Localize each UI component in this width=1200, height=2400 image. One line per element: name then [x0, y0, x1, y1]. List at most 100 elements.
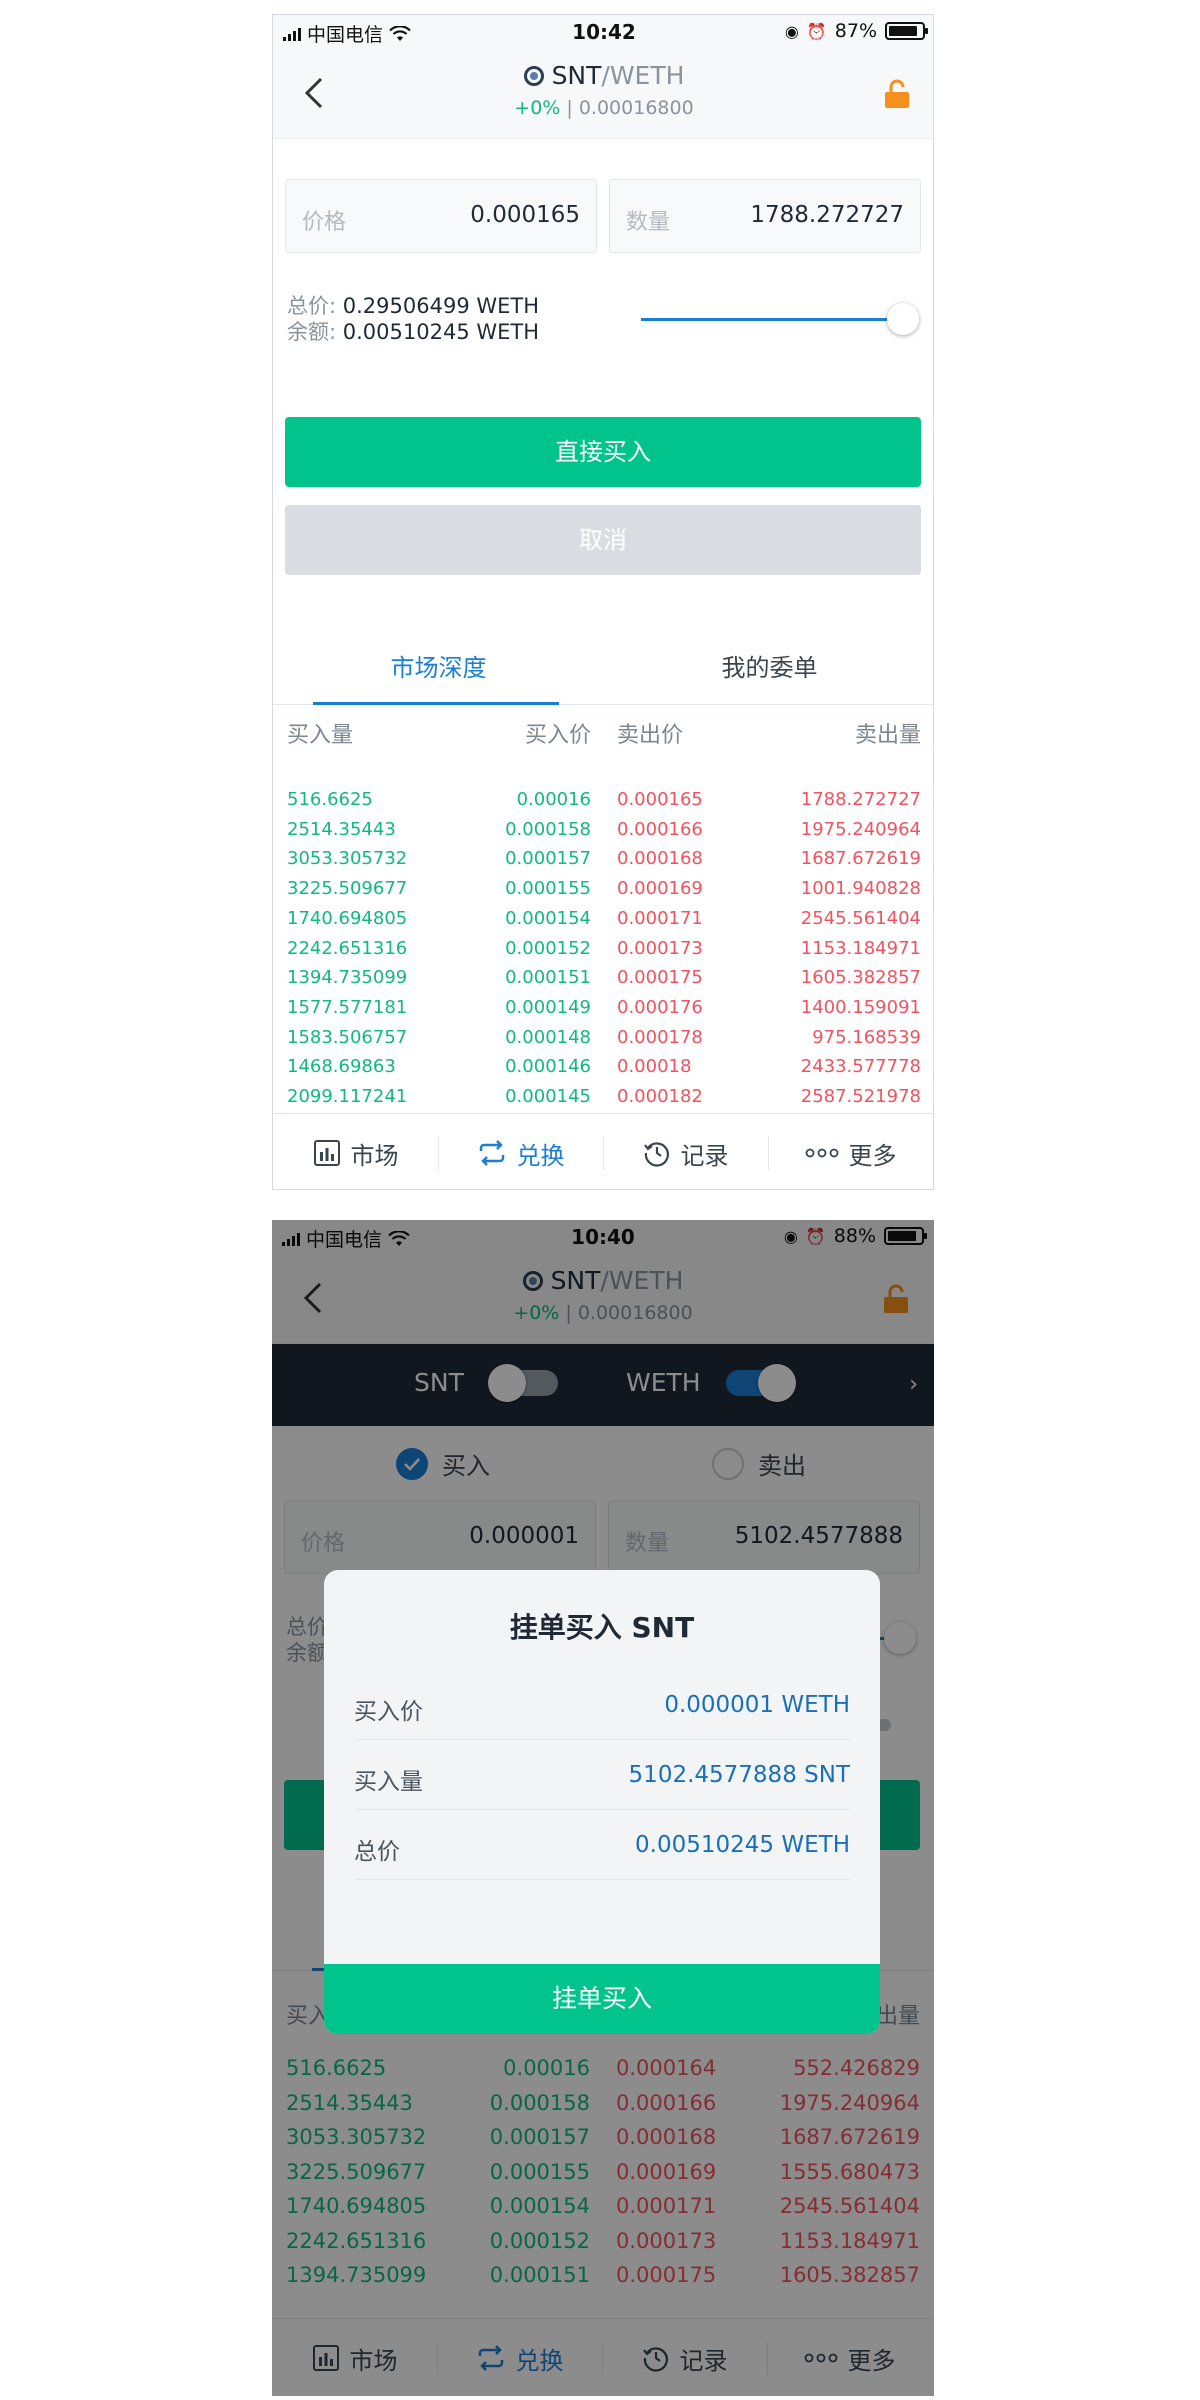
nav-bar: SNT/WETH +0% | 0.00016800 [273, 49, 933, 139]
sell-price: 0.000169 [617, 878, 703, 900]
sell-qty: 1001.940828 [800, 878, 921, 900]
tab-records-label: 记录 [680, 1141, 729, 1170]
buy-now-button[interactable]: 直接买入 [285, 417, 921, 487]
buy-qty: 1583.506757 [287, 1026, 408, 1048]
confirm-order-dialog: 挂单买入 SNT 买入价 0.000001 WETH 买入量 5102.4577… [324, 1570, 880, 2034]
tab-exchange-label: 兑换 [516, 1141, 565, 1170]
sell-price: 0.000176 [617, 996, 703, 1018]
separator: | [560, 97, 579, 119]
sell-qty: 1153.184971 [800, 937, 921, 959]
total-label: 总价: [287, 294, 337, 318]
buy-qty: 2099.117241 [287, 1086, 408, 1107]
buy-price: 0.00016 [516, 789, 591, 810]
battery-icon [885, 22, 928, 40]
sell-qty: 1687.672619 [800, 848, 921, 870]
buy-qty: 1394.735099 [287, 967, 408, 989]
price-field[interactable]: 价格 0.000165 [285, 179, 597, 253]
header-buy-price: 买入价 [524, 723, 591, 748]
sell-qty: 2587.521978 [800, 1086, 921, 1107]
tab-market[interactable]: 市场 [273, 1114, 438, 1189]
sell-qty: 1975.240964 [800, 818, 921, 840]
sell-qty: 1400.159091 [800, 996, 921, 1018]
sell-qty: 2433.577778 [800, 1056, 921, 1078]
sell-price: 0.000166 [617, 818, 703, 840]
dialog-row-price: 买入价 0.000001 WETH [354, 1670, 850, 1740]
tab-my-orders[interactable]: 我的委单 [604, 631, 933, 705]
screen-trade: 中国电信 10:42 ◉ ⏰ 87% SNT/WETH +0% | 0.0001… [272, 14, 934, 1190]
price-placeholder: 价格 [302, 210, 347, 235]
buy-qty: 2514.35443 [287, 818, 396, 840]
sell-price: 0.000182 [617, 1086, 703, 1107]
quantity-placeholder: 数量 [626, 210, 671, 235]
buy-price: 0.000149 [505, 996, 591, 1018]
dialog-total-label: 总价 [354, 1839, 400, 1865]
alarm-icon: ⏰ [806, 21, 827, 41]
buy-price: 0.000154 [505, 907, 591, 929]
buy-qty: 3225.509677 [287, 878, 408, 900]
pair-title: SNT/WETH [273, 61, 933, 90]
tab-exchange[interactable]: 兑换 [438, 1114, 603, 1189]
sell-price: 0.00018 [617, 1056, 692, 1078]
place-limit-buy-button[interactable]: 挂单买入 [324, 1964, 880, 2034]
price-value: 0.000165 [470, 202, 580, 228]
sell-qty: 1788.272727 [800, 789, 921, 810]
dialog-quantity-value: 5102.4577888 SNT [628, 1762, 850, 1788]
tab-more-label: 更多 [848, 1141, 897, 1170]
header-sell-price: 卖出价 [617, 723, 684, 748]
price-change: +0% [514, 97, 561, 119]
exchange-icon [479, 1140, 504, 1166]
screen-limit-order: 中国电信 10:40 ◉ ⏰ 88% SNT/WETH +0% | 0.0001… [272, 1220, 934, 2396]
dialog-row-quantity: 买入量 5102.4577888 SNT [354, 1740, 850, 1810]
amount-slider-track[interactable] [641, 318, 903, 321]
pair-base: SNT [551, 61, 602, 90]
buy-price: 0.000151 [505, 967, 591, 989]
tab-more[interactable]: 更多 [768, 1114, 933, 1189]
cancel-button[interactable]: 取消 [285, 505, 921, 575]
history-icon [643, 1142, 669, 1167]
buy-qty: 1740.694805 [287, 907, 408, 929]
status-bar: 中国电信 10:42 ◉ ⏰ 87% [273, 15, 933, 49]
buy-price: 0.000155 [505, 878, 591, 900]
header-buy-qty: 买入量 [287, 723, 354, 748]
buy-price: 0.000145 [505, 1086, 591, 1107]
dialog-price-label: 买入价 [354, 1699, 423, 1725]
buy-price: 0.000157 [505, 848, 591, 870]
sell-price: 0.000175 [617, 967, 703, 989]
rotation-lock-icon: ◉ [784, 21, 799, 41]
balance-value: 0.00510245 WETH [342, 320, 540, 344]
last-price: 0.00016800 [578, 97, 694, 119]
tab-market-label: 市场 [350, 1141, 399, 1170]
dialog-total-value: 0.00510245 WETH [635, 1832, 850, 1858]
totals-block: 总价: 0.29506499 WETH 余额: 0.00510245 WETH [287, 293, 539, 345]
more-icon [805, 1148, 838, 1158]
buy-qty: 1577.577181 [287, 996, 408, 1018]
tab-market-depth[interactable]: 市场深度 [273, 631, 604, 705]
tab-records[interactable]: 记录 [603, 1114, 768, 1189]
dialog-quantity-label: 买入量 [354, 1769, 423, 1795]
orderbook-tabs: 市场深度 我的委单 [273, 631, 933, 705]
balance-label: 余额: [287, 320, 337, 344]
header-sell-qty: 卖出量 [854, 723, 921, 748]
sell-qty: 2545.561404 [800, 907, 921, 929]
sell-qty: 1605.382857 [800, 967, 921, 989]
sell-price: 0.000171 [617, 907, 703, 929]
unlock-icon[interactable] [883, 79, 911, 109]
quantity-field[interactable]: 数量 1788.272727 [609, 179, 921, 253]
dialog-row-total: 总价 0.00510245 WETH [354, 1810, 850, 1880]
buy-qty: 1468.69863 [287, 1056, 396, 1078]
buy-price: 0.000146 [505, 1056, 591, 1078]
sell-qty: 975.168539 [812, 1026, 921, 1048]
amount-slider-knob[interactable] [887, 303, 919, 335]
pair-subtitle: +0% | 0.00016800 [273, 97, 933, 119]
buy-qty: 516.6625 [287, 789, 373, 810]
buy-qty: 2242.651316 [287, 937, 408, 959]
battery-percent: 87% [834, 20, 877, 42]
sell-price: 0.000173 [617, 937, 703, 959]
pair-quote: /WETH [601, 61, 685, 90]
dialog-price-value: 0.000001 WETH [664, 1692, 850, 1718]
dialog-title: 挂单买入 SNT [509, 1611, 695, 1644]
quantity-value: 1788.272727 [750, 202, 904, 228]
total-value: 0.29506499 WETH [342, 294, 540, 318]
buy-price: 0.000152 [505, 937, 591, 959]
snt-coin-icon [523, 66, 544, 86]
